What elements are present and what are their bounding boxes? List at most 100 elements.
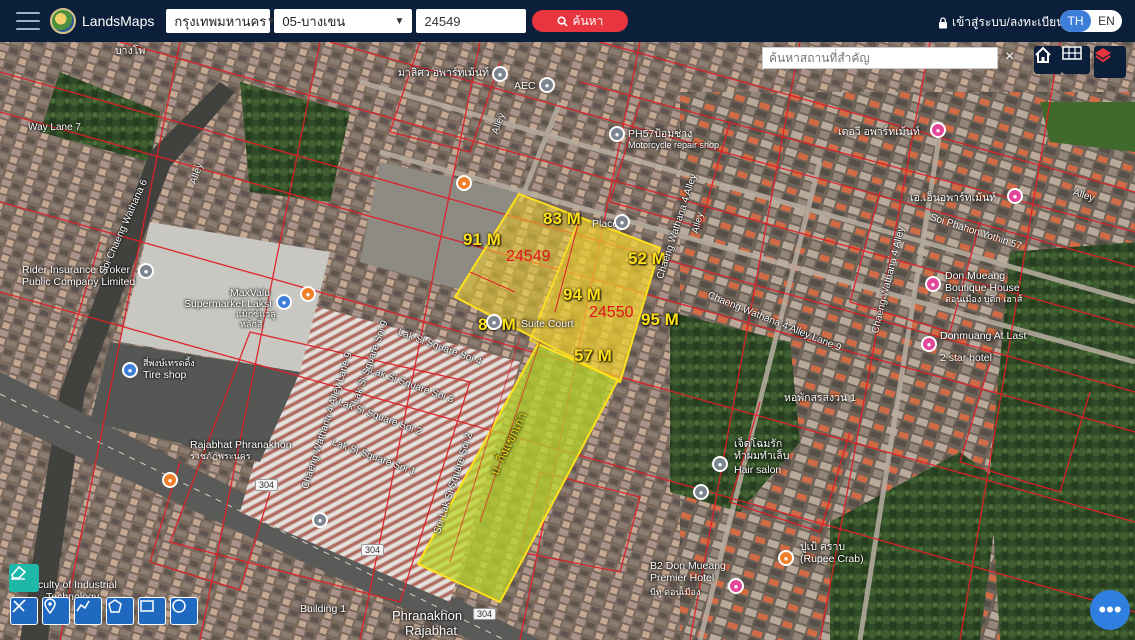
polygon-icon-glyph [108, 599, 122, 613]
layers-icon[interactable] [1094, 46, 1126, 78]
poi-pin-icon[interactable]: ● [693, 484, 709, 500]
measure-label: 91 M [463, 230, 501, 249]
poi-pin-icon[interactable]: ● [138, 263, 154, 279]
province-value: กรุงเทพมหานคร [174, 13, 267, 29]
hotel-pin-icon[interactable]: ● [921, 336, 937, 352]
polyline-icon[interactable] [74, 597, 102, 625]
layers-icon-glyph [1095, 48, 1111, 63]
chevron-down-icon: ▼ [394, 15, 405, 27]
place-label: ราชภัฏพระนคร [190, 451, 251, 461]
parcel-number-label[interactable]: 24549 [506, 248, 551, 266]
language-toggle: TH EN [1060, 10, 1122, 32]
measure-label: 95 M [641, 310, 679, 329]
pin-icon-glyph [44, 598, 56, 614]
place-label: สี่พงษ์เทรดดิ้ง [143, 358, 195, 368]
place-label: Rider Insurance Broker [22, 264, 130, 276]
province-select[interactable]: กรุงเทพมหานคร ▼ [166, 9, 276, 33]
place-label: เอ.เอ็นอพาร์ทเม้นท์ [910, 192, 997, 204]
measure-icon[interactable] [10, 597, 38, 625]
search-button[interactable]: ค้นหา [532, 10, 629, 32]
place-label: Donmuang At Last [940, 330, 1027, 342]
place-label: บีทู ดอนเมือง [650, 587, 701, 597]
rectangle-icon[interactable] [138, 597, 166, 625]
home-icon[interactable] [1034, 46, 1062, 74]
restaurant-pin-icon[interactable]: ● [778, 550, 794, 566]
place-label: Suite Court [521, 318, 574, 330]
poi-pin-icon[interactable]: ● [312, 512, 328, 528]
place-label: Motorcycle repair shop [628, 140, 720, 150]
rectangle-icon-glyph [140, 600, 154, 612]
place-label: Premier Hotel [650, 572, 715, 584]
grid-icon[interactable] [1062, 46, 1090, 74]
poi-pin-icon[interactable]: ● [492, 66, 508, 82]
polygon-icon[interactable] [106, 597, 134, 625]
hotel-pin-icon[interactable]: ● [925, 276, 941, 292]
place-label: บางโพ [115, 45, 146, 57]
lock-icon [939, 16, 947, 28]
eraser-icon-glyph [11, 565, 27, 580]
parcel-number-input[interactable] [416, 9, 527, 33]
pin-icon[interactable] [42, 597, 70, 625]
place-label: ดอนเมือง บูติก เฮาส์ [945, 294, 1023, 304]
poi-pin-icon[interactable]: ● [162, 472, 178, 488]
search-label: ค้นหา [572, 13, 604, 28]
measure-label: 83 M [543, 209, 581, 228]
place-search-input[interactable] [762, 47, 998, 69]
place-label: มาลิศว อพาร์ทเม้นท์ [398, 67, 490, 79]
login-link[interactable]: เข้าสู่ระบบ/ลงทะเบียน [938, 13, 1064, 32]
landsmaps-logo [50, 8, 76, 34]
place-label: Rajabhat Phranakhon [190, 439, 292, 451]
poi-pin-icon[interactable]: ● [300, 286, 316, 302]
place-label: 2 star hotel [940, 352, 992, 364]
place-label: PH57ป้อมช่าง [628, 128, 693, 140]
menu-icon[interactable] [16, 12, 40, 30]
place-label: Rajabhat [405, 623, 458, 638]
place-label: Hair salon [734, 464, 782, 476]
place-label: ทำผมทำเล็บ [734, 450, 790, 462]
eraser-icon[interactable] [9, 564, 39, 592]
place-label: Phranakhon [392, 608, 463, 623]
place-label: Don Mueang [945, 270, 1006, 282]
place-label: หลักสี่ [240, 319, 263, 329]
place-label: culty of Industrial [38, 579, 117, 591]
hotel-pin-icon[interactable]: ● [1007, 188, 1023, 204]
place-label: AEC [514, 80, 536, 92]
route-shield: 304 [255, 479, 279, 491]
poi-pin-icon[interactable]: ● [609, 126, 625, 142]
grid-icon-glyph [1062, 46, 1082, 60]
parcel-number-label[interactable]: 24550 [589, 304, 634, 322]
close-icon[interactable]: × [1005, 48, 1014, 66]
poi-pin-icon[interactable]: ● [539, 77, 555, 93]
poi-pin-icon[interactable]: ● [712, 456, 728, 472]
measure-label: 94 M [563, 285, 601, 304]
poi-pin-icon[interactable]: ● [614, 214, 630, 230]
map-canvas[interactable]: 83 M 91 M 52 M 94 M 88 M 95 M 57 M 24549… [0, 42, 1135, 640]
chat-icon[interactable]: ••• [1090, 590, 1130, 630]
place-label: Boutique House [945, 282, 1020, 294]
poi-pin-icon[interactable]: ● [486, 314, 502, 330]
place-label: B2 Don Mueang [650, 560, 726, 572]
brand-name: LandsMaps [82, 13, 155, 29]
place-label: หอพักสรสงวน 1 [784, 392, 856, 404]
route-shield: 304 [361, 544, 385, 556]
place-label: Building 1 [300, 603, 347, 615]
poi-pin-icon[interactable]: ● [456, 175, 472, 191]
place-label: (Rupee Crab) [800, 553, 864, 565]
hotel-pin-icon[interactable]: ● [930, 122, 946, 138]
shop-pin-icon[interactable]: ● [276, 294, 292, 310]
district-select[interactable]: 05-บางเขน ▼ [274, 9, 413, 33]
hotel-pin-icon[interactable]: ● [728, 578, 744, 594]
lang-th-button[interactable]: TH [1060, 10, 1091, 32]
place-label: แม็กซ์แวลู [236, 309, 276, 319]
measure-label: 57 M [574, 346, 612, 365]
road-label: Way Lane 7 [28, 122, 81, 133]
shop-pin-icon[interactable]: ● [122, 362, 138, 378]
lang-en-button[interactable]: EN [1091, 10, 1122, 32]
top-bar: LandsMaps กรุงเทพมหานคร ▼ 05-บางเขน ▼ ค้… [0, 0, 1135, 42]
measure-icon-glyph [12, 599, 26, 613]
home-icon-glyph [1035, 46, 1051, 63]
place-label: เดอวี อพาร์ทเม้นท์ [838, 126, 920, 138]
district-value: 05-บางเขน [282, 13, 346, 29]
circle-icon[interactable] [170, 597, 198, 625]
place-label: ปูเป้ คราบ [800, 541, 846, 553]
